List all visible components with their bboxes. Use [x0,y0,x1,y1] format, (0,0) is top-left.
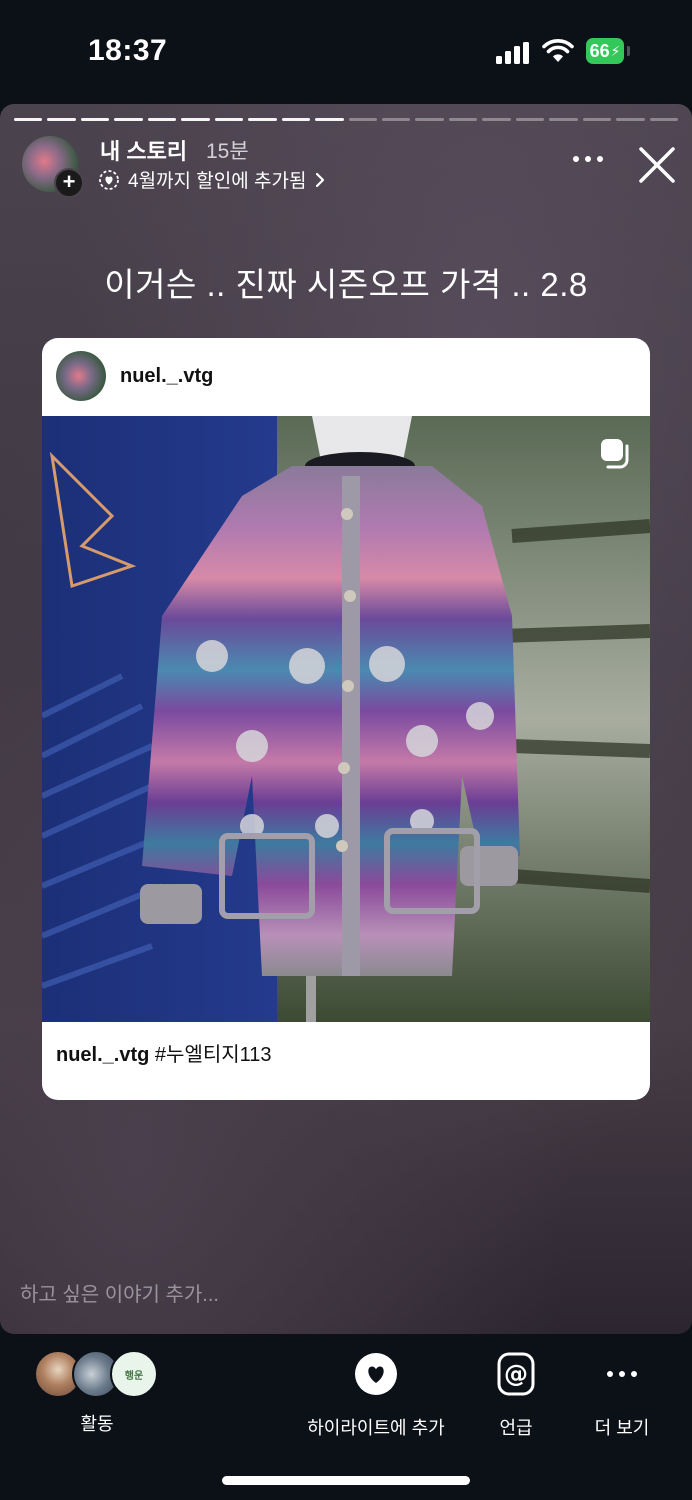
viewer-badge-text: 행운 [124,1370,144,1382]
progress-segment [181,118,210,121]
post-author-avatar[interactable] [56,351,106,401]
progress-segment [80,118,110,121]
highlight-ring-icon [99,169,119,190]
home-indicator[interactable] [222,1476,470,1485]
activity-label: 활동 [80,1414,114,1434]
progress-segment [147,118,177,121]
progress-segment [482,118,511,121]
progress-segment [448,118,478,121]
progress-segment [281,118,311,121]
status-bar: 18:37 66 ⚡ [0,0,692,104]
highlight-added-link[interactable]: 4월까지 할인에 추가됨 [98,166,326,193]
story-text-overlay: 이거슨 .. 진짜 시즌오프 가격 .. 2.8 [104,266,588,303]
progress-segment [214,118,244,121]
progress-segment [515,118,545,121]
wifi-icon [542,39,574,62]
caption-username[interactable]: nuel._.vtg [56,1044,149,1066]
add-story-plus-icon[interactable]: + [54,168,84,198]
highlight-added-text: 4월까지 할인에 추가됨 [128,171,307,192]
svg-text:@: @ [504,1360,528,1388]
progress-segment [616,118,645,121]
progress-segment [381,118,411,121]
progress-segment [47,118,76,121]
cellular-signal-icon [496,42,529,64]
progress-segment [649,118,679,121]
more-dots-icon [607,1371,637,1377]
viewer-avatars[interactable]: 행운 [34,1350,164,1398]
story-viewer[interactable]: + 내 스토리 15분 4월까지 할인에 추가됨 이거슨 .. 진짜 시즌오프 … [0,104,692,1334]
carousel-icon [601,439,629,469]
mention-button[interactable]: @ 언급 [488,1350,544,1440]
story-text-input[interactable]: 하고 싶은 이야기 추가... [20,1278,219,1307]
viewer-avatar: 행운 [110,1350,158,1398]
post-author-username[interactable]: nuel._.vtg [120,365,213,388]
progress-segment [348,118,377,121]
add-highlight-button[interactable]: 하이라이트에 추가 [296,1350,456,1440]
story-timestamp: 15분 [206,140,249,163]
close-icon[interactable] [634,142,680,188]
progress-segment [14,118,43,121]
progress-segment [582,118,612,121]
more-label: 더 보기 [594,1418,650,1438]
caption-text: #누엘티지113 [154,1044,272,1066]
post-caption: nuel._.vtg #누엘티지113 [56,1038,272,1067]
charging-bolt-icon: ⚡ [610,42,621,59]
chevron-right-icon [316,172,325,187]
shared-post-card[interactable]: nuel._.vtg nuel._.vtg #누엘티지113 [42,338,650,1100]
mention-icon: @ [497,1352,535,1396]
progress-segment [315,118,344,121]
battery-cap [627,46,630,56]
battery-indicator: 66 ⚡ [586,38,624,64]
progress-segment [549,118,578,121]
story-username[interactable]: 내 스토리 [100,134,187,166]
add-highlight-label: 하이라이트에 추가 [307,1418,445,1438]
progress-segment [248,118,277,121]
story-progress-bar [14,118,679,121]
status-time: 18:37 [88,34,168,67]
progress-segment [114,118,143,121]
activity-button[interactable]: 활동 [56,1410,138,1436]
battery-level: 66 [589,40,610,61]
more-button[interactable]: 더 보기 [584,1350,660,1440]
heart-circle-icon [355,1353,397,1395]
mention-label: 언급 [499,1418,533,1438]
progress-segment [415,118,444,121]
post-photo[interactable] [42,416,650,1022]
more-options-icon[interactable] [568,144,608,174]
